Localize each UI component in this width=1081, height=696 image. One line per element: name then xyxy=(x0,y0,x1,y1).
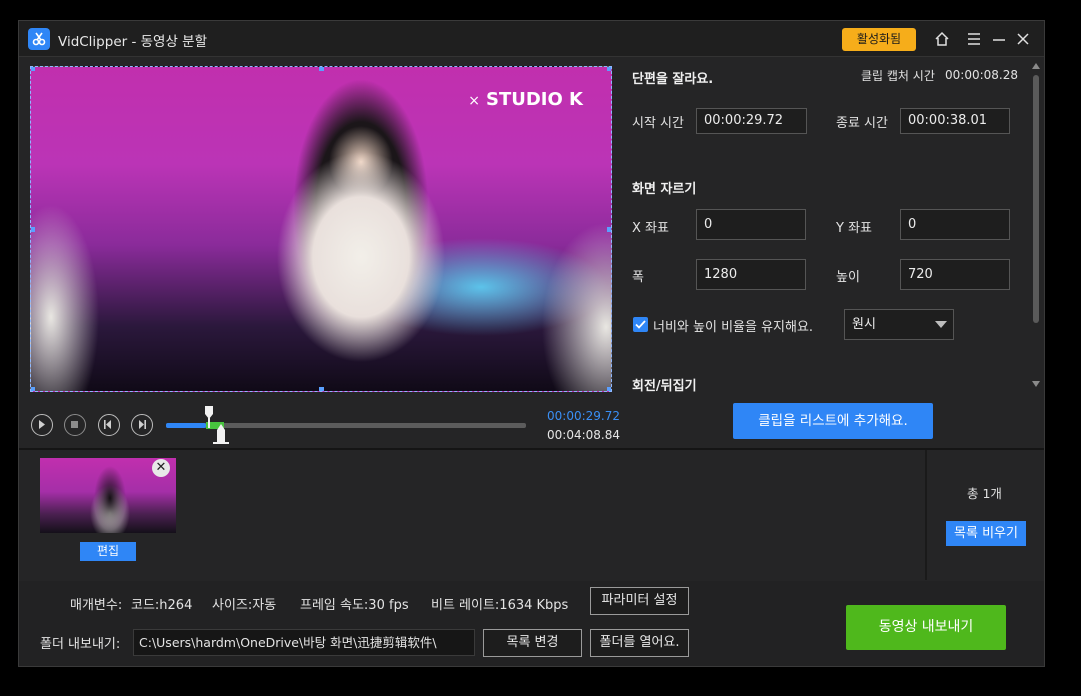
ratio-select[interactable]: 원시 xyxy=(844,309,954,340)
crop-section-heading: 화면 자르기 xyxy=(632,182,697,197)
scroll-thumb[interactable] xyxy=(1033,75,1039,323)
timeline-progress xyxy=(166,423,206,428)
bitrate-value: 비트 레이트:1634 Kbps xyxy=(431,598,569,613)
crop-handle[interactable] xyxy=(31,387,35,391)
video-overlay-logo: × STUDIO K xyxy=(468,89,583,110)
crop-handle[interactable] xyxy=(319,67,324,71)
chevron-down-icon xyxy=(935,321,947,328)
home-icon[interactable] xyxy=(932,29,952,49)
end-marker-handle[interactable] xyxy=(212,424,232,444)
folder-label: 폴더 내보내기: xyxy=(40,637,121,652)
size-value: 사이즈:자동 xyxy=(212,598,277,613)
stop-icon xyxy=(71,421,78,428)
height-field[interactable]: 720 xyxy=(900,259,1010,290)
x-coord-field[interactable]: 0 xyxy=(696,209,806,240)
height-label: 높이 xyxy=(836,270,860,285)
next-frame-icon xyxy=(139,420,146,429)
app-window: VidClipper - 동영상 분할 활성화됨 × STUDIO K 00:0… xyxy=(18,20,1045,667)
add-clip-button[interactable]: 클립을 리스트에 추가해요. xyxy=(733,403,933,439)
capture-time-label: 클립 캡처 시간 xyxy=(861,69,935,83)
y-coord-field[interactable]: 0 xyxy=(900,209,1010,240)
params-label: 매개변수: xyxy=(70,598,123,613)
checkmark-icon xyxy=(635,320,646,329)
close-icon: ✕ xyxy=(155,460,167,475)
end-time-field[interactable]: 00:00:38.01 xyxy=(900,108,1010,134)
clip-total-count: 총 1개 xyxy=(967,486,1002,501)
codec-value: 코드:h264 xyxy=(131,598,193,613)
video-preview[interactable]: × STUDIO K xyxy=(30,66,612,392)
crop-handle[interactable] xyxy=(319,387,324,391)
clear-list-button[interactable]: 목록 비우기 xyxy=(946,521,1026,546)
play-icon xyxy=(39,420,45,429)
crop-handle[interactable] xyxy=(607,387,611,391)
prev-frame-button[interactable] xyxy=(98,414,120,436)
x-coord-label: X 좌표 xyxy=(632,221,669,236)
play-button[interactable] xyxy=(31,414,53,436)
output-folder-field[interactable]: C:\Users\hardm\OneDrive\바탕 화면\迅捷剪辑软件\ xyxy=(133,629,475,656)
param-settings-button[interactable]: 파라미터 설정 xyxy=(590,587,689,615)
edit-clip-button[interactable]: 편집 xyxy=(80,542,136,561)
app-title: VidClipper - 동영상 분할 xyxy=(58,34,208,50)
app-logo-icon xyxy=(28,28,50,50)
change-folder-button[interactable]: 목록 변경 xyxy=(483,629,582,657)
clip-section-heading: 단편을 잘라요. xyxy=(632,72,714,87)
title-bar: VidClipper - 동영상 분할 활성화됨 xyxy=(19,21,1044,57)
next-frame-button[interactable] xyxy=(131,414,153,436)
start-time-field[interactable]: 00:00:29.72 xyxy=(696,108,807,134)
capture-time-value: 00:00:08.28 xyxy=(945,68,1018,82)
remove-clip-button[interactable]: ✕ xyxy=(152,459,170,477)
crop-handle[interactable] xyxy=(31,227,35,232)
export-video-button[interactable]: 동영상 내보내기 xyxy=(846,605,1006,650)
start-time-label: 시작 시간 xyxy=(632,116,684,131)
total-time: 00:04:08.84 xyxy=(547,428,620,442)
width-field[interactable]: 1280 xyxy=(696,259,806,290)
divider xyxy=(925,450,927,580)
ratio-select-value: 원시 xyxy=(852,317,876,332)
activate-button[interactable]: 활성화됨 xyxy=(842,28,916,51)
framerate-value: 프레임 속도:30 fps xyxy=(300,598,409,613)
scroll-up-icon[interactable] xyxy=(1032,63,1040,69)
end-time-label: 종료 시간 xyxy=(836,116,888,131)
scroll-down-icon[interactable] xyxy=(1032,381,1040,387)
open-folder-button[interactable]: 폴더를 열어요. xyxy=(590,629,689,657)
width-label: 폭 xyxy=(632,270,644,285)
keep-ratio-label: 너비와 높이 비율을 유지해요. xyxy=(653,320,814,335)
crop-handle[interactable] xyxy=(607,227,611,232)
divider xyxy=(19,448,1044,450)
crop-handle[interactable] xyxy=(607,67,611,71)
close-icon[interactable] xyxy=(1013,29,1033,49)
menu-icon[interactable] xyxy=(964,29,984,49)
panel-scrollbar[interactable] xyxy=(1029,61,1043,391)
current-time: 00:00:29.72 xyxy=(547,409,620,423)
rotate-section-heading: 회전/뒤집기 xyxy=(632,379,697,394)
crop-handle[interactable] xyxy=(31,67,35,71)
keep-ratio-checkbox[interactable] xyxy=(633,317,648,332)
minimize-icon[interactable] xyxy=(989,29,1009,49)
stop-button[interactable] xyxy=(64,414,86,436)
prev-frame-icon xyxy=(104,420,111,429)
y-coord-label: Y 좌표 xyxy=(836,221,872,236)
